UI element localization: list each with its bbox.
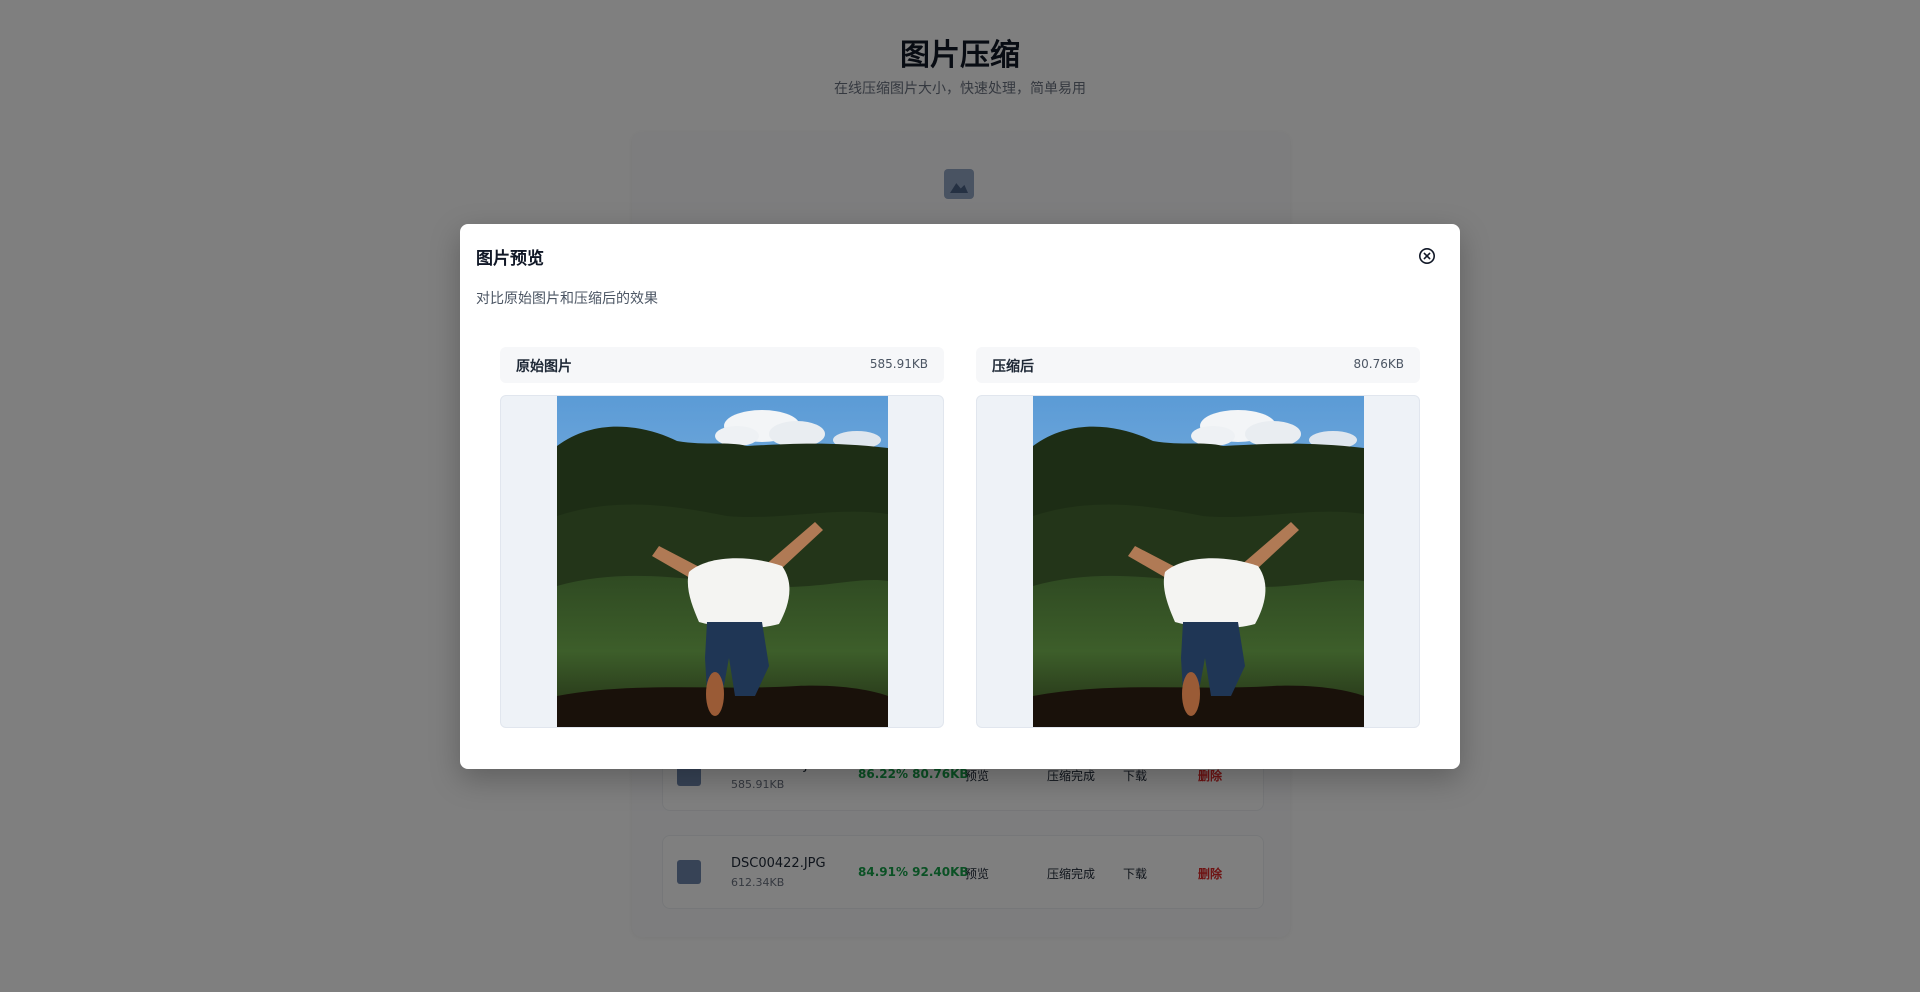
file-size-label: 585.91KB — [869, 357, 928, 371]
close-button[interactable] — [1418, 247, 1436, 265]
original-image — [557, 396, 888, 727]
image-preview-dialog: 图片预览 对比原始图片和压缩后的效果 原始图片 585.91KB 压缩后 80.… — [460, 224, 1460, 769]
dialog-title: 图片预览 — [476, 249, 544, 269]
pane-header: 原始图片 585.91KB — [500, 347, 944, 383]
original-image-pane: 原始图片 585.91KB — [500, 347, 944, 728]
image-frame — [500, 395, 944, 728]
dialog-description: 对比原始图片和压缩后的效果 — [476, 291, 658, 307]
pane-header: 压缩后 80.76KB — [976, 347, 1420, 383]
image-frame — [976, 395, 1420, 728]
close-circle-icon — [1419, 248, 1435, 264]
compressed-image — [1033, 396, 1364, 727]
pane-label: 压缩后 — [992, 359, 1034, 375]
compressed-image-pane: 压缩后 80.76KB — [976, 347, 1420, 728]
pane-label: 原始图片 — [516, 359, 572, 375]
file-size-label: 80.76KB — [1353, 357, 1404, 371]
